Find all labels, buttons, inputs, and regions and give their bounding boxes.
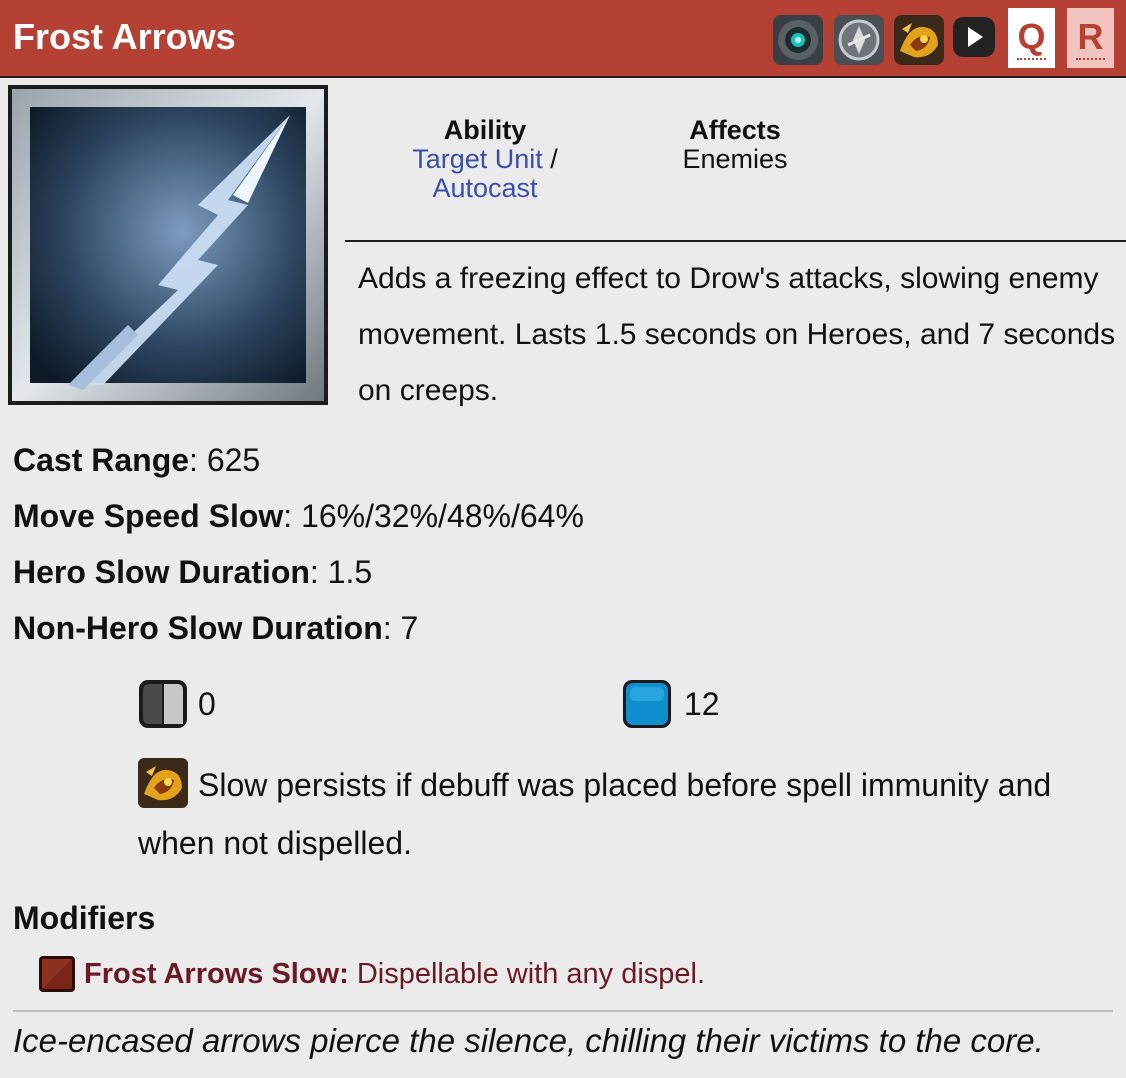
stat-label: Non-Hero Slow Duration bbox=[13, 610, 383, 646]
stat-value: : 625 bbox=[189, 442, 261, 478]
description-divider bbox=[345, 240, 1126, 242]
modifier-item: Frost Arrows Slow: Dispellable with any … bbox=[38, 954, 705, 996]
stat-move-speed-slow: Move Speed Slow: 16%/32%/48%/64% bbox=[13, 488, 584, 544]
autocast-link[interactable]: Autocast bbox=[432, 173, 537, 203]
ability-description: Adds a freezing effect to Drow's attacks… bbox=[358, 262, 1116, 407]
play-icon[interactable] bbox=[953, 17, 995, 57]
ability-lore: Ice-encased arrows pierce the silence, c… bbox=[13, 1022, 1044, 1059]
stat-non-hero-slow-duration: Non-Hero Slow Duration: 7 bbox=[13, 600, 584, 656]
ability-header: Frost Arrows Q R bbox=[0, 0, 1126, 78]
frost-arrows-ability-icon bbox=[8, 85, 328, 405]
debuff-icon bbox=[38, 955, 76, 993]
ability-type: Ability Target Unit / Autocast bbox=[395, 116, 575, 203]
stat-label: Cast Range bbox=[13, 442, 190, 478]
affects-value: Enemies bbox=[682, 144, 788, 174]
spell-immunity-note: Slow persists if debuff was placed befor… bbox=[138, 756, 1098, 872]
hotkey-r-underline bbox=[1076, 58, 1105, 60]
stat-value: : 16%/32%/48%/64% bbox=[283, 498, 584, 534]
modifiers-heading: Modifiers bbox=[13, 900, 156, 936]
stat-cast-range: Cast Range: 625 bbox=[13, 432, 584, 488]
ability-affects: Affects Enemies bbox=[655, 116, 815, 174]
ability-label: Ability bbox=[443, 115, 527, 145]
hotkey-r-label: R bbox=[1077, 16, 1104, 57]
modifier-desc: Dispellable with any dispel. bbox=[356, 958, 706, 990]
modifier-name: Frost Arrows Slow: bbox=[84, 958, 349, 990]
aghanims-scepter-icon[interactable] bbox=[773, 15, 823, 65]
hotkey-q[interactable]: Q bbox=[1008, 8, 1055, 68]
ability-type-values: Target Unit / bbox=[395, 145, 575, 174]
stat-label: Hero Slow Duration bbox=[13, 554, 310, 590]
hotkey-q-label: Q bbox=[1017, 16, 1046, 57]
hotkey-q-underline bbox=[1017, 58, 1046, 60]
hotkey-r[interactable]: R bbox=[1067, 8, 1114, 68]
ability-stats: Cast Range: 625 Move Speed Slow: 16%/32%… bbox=[13, 432, 584, 656]
cooldown-icon bbox=[138, 679, 188, 729]
aghanims-shard-icon[interactable] bbox=[834, 15, 884, 65]
mana-value: 12 bbox=[684, 686, 720, 722]
lore-divider bbox=[13, 1010, 1113, 1012]
mana-icon bbox=[622, 679, 672, 729]
spell-immunity-icon bbox=[138, 758, 188, 808]
note-text: Slow persists if debuff was placed befor… bbox=[138, 767, 1052, 861]
ability-title: Frost Arrows bbox=[13, 16, 236, 57]
stat-value: : 7 bbox=[382, 610, 419, 646]
affects-label: Affects bbox=[689, 115, 781, 145]
stat-value: : 1.5 bbox=[309, 554, 373, 590]
cooldown-value: 0 bbox=[198, 686, 216, 722]
spell-immunity-icon[interactable] bbox=[894, 15, 944, 65]
target-unit-link[interactable]: Target Unit bbox=[412, 144, 543, 174]
stat-hero-slow-duration: Hero Slow Duration: 1.5 bbox=[13, 544, 584, 600]
stat-label: Move Speed Slow bbox=[13, 498, 284, 534]
ability-type-separator: / bbox=[542, 144, 558, 174]
